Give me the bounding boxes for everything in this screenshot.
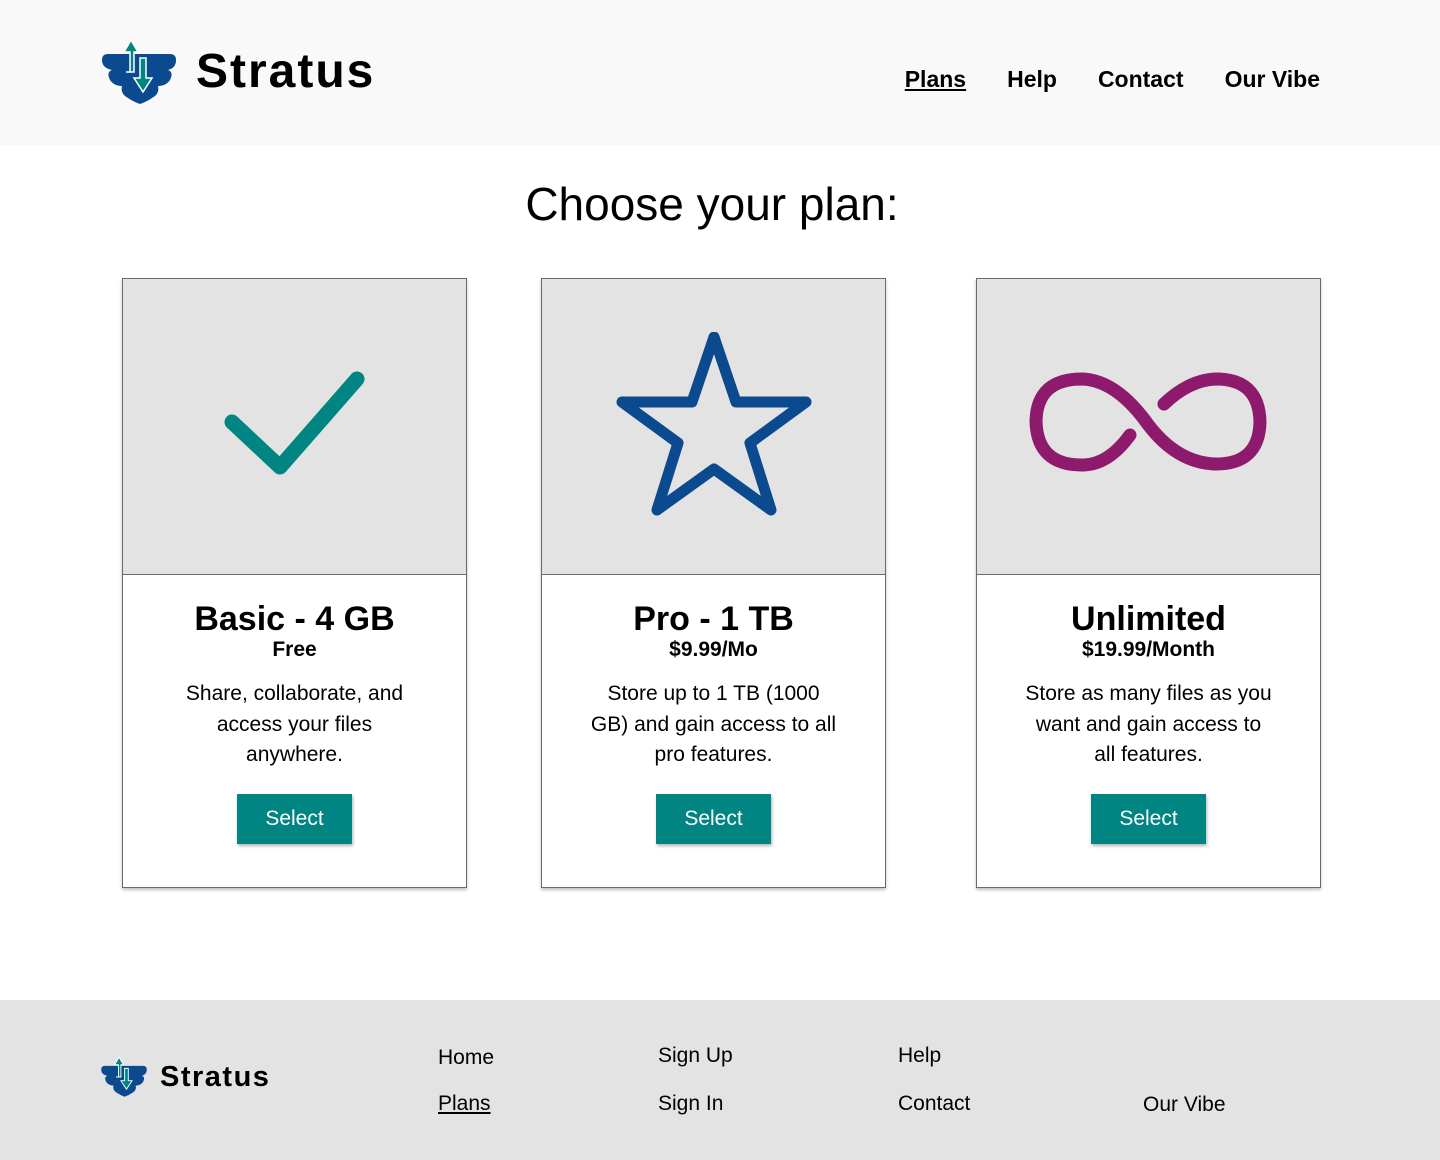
plan-description: Share, collaborate, and access your file… (185, 682, 404, 766)
select-pro-button[interactable]: Select (656, 793, 771, 844)
footer-brand-logo[interactable]: Stratus (100, 1056, 270, 1098)
checkmark-icon (224, 371, 364, 474)
plan-card-body: Basic - 4 GB Free Share, collaborate, an… (123, 600, 466, 844)
plan-name: Unlimited (1071, 600, 1226, 638)
brand-name: Stratus (196, 45, 376, 98)
plan-card-pro: Pro - 1 TB $9.99/Mo Store up to 1 TB (10… (541, 278, 886, 888)
footer-sign-up-link[interactable]: Sign Up (658, 1044, 733, 1068)
select-basic-button[interactable]: Select (237, 793, 352, 844)
footer-brand-name: Stratus (160, 1060, 271, 1093)
footer-plans-link[interactable]: Plans (438, 1092, 491, 1116)
plan-card-basic: Basic - 4 GB Free Share, collaborate, an… (122, 278, 467, 888)
footer-sign-in-link[interactable]: Sign In (658, 1092, 723, 1116)
infinity-icon (1028, 371, 1267, 472)
plan-card-media (977, 279, 1320, 575)
nav-help-link[interactable]: Help (1007, 66, 1057, 92)
plan-card-body: Unlimited $19.99/Month Store as many fil… (977, 600, 1320, 844)
plan-price: Free (272, 638, 317, 661)
plan-description: Store up to 1 TB (1000 GB) and gain acce… (590, 682, 837, 766)
brand-logo[interactable]: Stratus (100, 38, 375, 106)
footer-home-link[interactable]: Home (438, 1046, 494, 1070)
footer-our-vibe-link[interactable]: Our Vibe (1143, 1093, 1226, 1117)
nav-our-vibe-link[interactable]: Our Vibe (1225, 66, 1320, 92)
plan-price: $9.99/Mo (669, 638, 758, 661)
nav-contact-link[interactable]: Contact (1098, 66, 1184, 92)
plan-description: Store as many files as you want and gain… (1025, 682, 1272, 766)
nav-plans-link[interactable]: Plans (905, 66, 966, 92)
page-title: Choose your plan: (525, 178, 899, 230)
site-header: Stratus Plans Help Contact Our Vibe (0, 0, 1440, 145)
stratus-logo-icon (101, 1056, 147, 1097)
plan-card-media (123, 279, 466, 575)
plan-card-body: Pro - 1 TB $9.99/Mo Store up to 1 TB (10… (542, 600, 885, 844)
footer-help-link[interactable]: Help (898, 1044, 941, 1068)
select-unlimited-button[interactable]: Select (1091, 793, 1206, 844)
stratus-logo-icon (102, 38, 176, 104)
star-icon (616, 331, 811, 515)
main-nav: Plans Help Contact Our Vibe (905, 66, 1320, 92)
plan-name: Pro - 1 TB (633, 600, 794, 638)
plan-card-unlimited: Unlimited $19.99/Month Store as many fil… (976, 278, 1321, 888)
plan-card-media (542, 279, 885, 575)
plan-price: $19.99/Month (1081, 638, 1216, 661)
footer-contact-link[interactable]: Contact (898, 1092, 970, 1116)
site-footer: Stratus Home Plans Sign Up Sign In Help … (0, 1000, 1440, 1160)
plan-name: Basic - 4 GB (194, 600, 395, 638)
